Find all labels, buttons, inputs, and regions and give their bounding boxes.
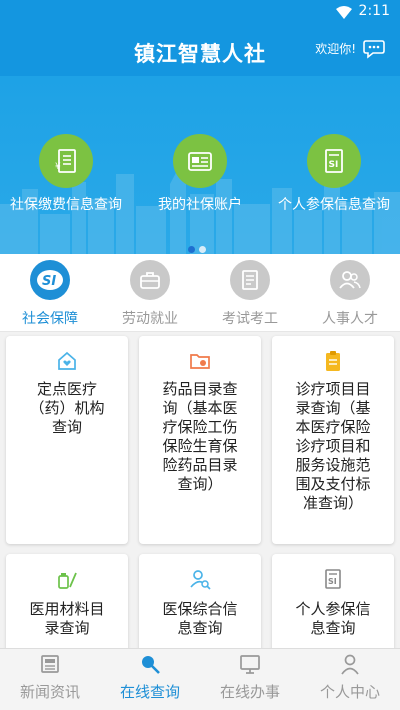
app-header: 镇江智慧人社 欢迎你! <box>0 24 400 76</box>
service-card-drug-catalog[interactable]: 药品目录查询（基本医疗保险工伤保险生育保险药品目录查询） <box>139 336 261 544</box>
feature-label: 我的社保账户 <box>158 197 242 213</box>
welcome-link[interactable]: 欢迎你! <box>315 40 356 57</box>
si-document-icon: SI <box>307 134 361 188</box>
tab-social-security[interactable]: SI 社会保障 <box>0 260 100 328</box>
service-card-personal-insurance[interactable]: SI 个人参保信息查询 <box>272 554 394 648</box>
status-time: 2:11 <box>358 3 390 19</box>
pharmacy-house-icon <box>6 350 128 376</box>
service-card-insurance-info[interactable]: 医保综合信息查询 <box>139 554 261 648</box>
service-card-treatment-items[interactable]: 诊疗项目目录查询（基本医疗保险诊疗项目和服务设施范围及支付标准查询） <box>272 336 394 544</box>
medicine-folder-icon <box>139 350 261 376</box>
svg-text:SI: SI <box>42 274 56 289</box>
briefcase-icon <box>130 260 170 300</box>
tab-label: 考试考工 <box>222 311 278 327</box>
feature-label: 社保缴费信息查询 <box>10 197 122 213</box>
service-grid: 定点医疗（药）机构查询 药品目录查询（基本医疗保险工伤保险生育保险药品目录查询）… <box>0 332 400 648</box>
tab-employment[interactable]: 劳动就业 <box>100 260 200 328</box>
banner-carousel[interactable]: ¥ 社保缴费信息查询 我的社保账户 SI 个人参保信息查询 <box>0 76 400 254</box>
status-bar: 2:11 <box>0 0 400 24</box>
tab-exams[interactable]: 考试考工 <box>200 260 300 328</box>
tab-label: 人事人才 <box>322 311 378 327</box>
person-search-icon <box>139 568 261 594</box>
category-tabs: SI 社会保障 劳动就业 考试考工 人事人才 <box>0 254 400 332</box>
social-security-icon: SI <box>30 260 70 300</box>
feature-label: 个人参保信息查询 <box>278 197 390 213</box>
account-card-icon <box>173 134 227 188</box>
news-icon <box>0 653 100 677</box>
wifi-icon <box>336 5 352 24</box>
si-document-icon: SI <box>272 568 394 594</box>
nav-personal-center[interactable]: 个人中心 <box>300 653 400 702</box>
receipt-yen-icon: ¥ <box>39 134 93 188</box>
user-icon <box>300 653 400 677</box>
svg-text:SI: SI <box>328 577 337 586</box>
people-icon <box>330 260 370 300</box>
nav-label: 在线办事 <box>219 683 280 701</box>
nav-label: 在线查询 <box>119 683 180 701</box>
service-label: 诊疗项目目录查询（基本医疗保险诊疗项目和服务设施范围及支付标准查询） <box>295 380 371 512</box>
tab-label: 社会保障 <box>22 311 78 327</box>
nav-label: 个人中心 <box>319 683 380 701</box>
feature-personal-insurance[interactable]: SI 个人参保信息查询 <box>274 134 394 214</box>
service-label: 医保综合信息查询 <box>162 600 238 637</box>
feature-payment-info[interactable]: ¥ 社保缴费信息查询 <box>6 134 126 214</box>
nav-online-query[interactable]: 在线查询 <box>100 653 200 702</box>
service-label: 定点医疗（药）机构查询 <box>29 380 105 436</box>
feature-my-account[interactable]: 我的社保账户 <box>140 134 260 214</box>
carousel-dot-active <box>188 246 195 253</box>
search-icon <box>100 653 200 677</box>
carousel-indicator <box>188 238 210 254</box>
nav-news[interactable]: 新闻资讯 <box>0 653 100 702</box>
nav-online-services[interactable]: 在线办事 <box>200 653 300 702</box>
service-card-medical-materials[interactable]: 医用材料目录查询 <box>6 554 128 648</box>
service-label: 个人参保信息查询 <box>295 600 371 637</box>
tab-personnel[interactable]: 人事人才 <box>300 260 400 328</box>
svg-text:¥: ¥ <box>55 162 61 172</box>
bottom-navigation: 新闻资讯 在线查询 在线办事 个人中心 <box>0 648 400 710</box>
exam-certificate-icon <box>230 260 270 300</box>
service-label: 药品目录查询（基本医疗保险工伤保险生育保险药品目录查询） <box>162 380 238 493</box>
clipboard-icon <box>272 350 394 376</box>
nav-label: 新闻资讯 <box>19 683 80 701</box>
message-icon[interactable] <box>362 36 386 64</box>
monitor-icon <box>200 653 300 677</box>
tab-label: 劳动就业 <box>122 311 178 327</box>
svg-text:SI: SI <box>329 160 339 170</box>
service-label: 医用材料目录查询 <box>29 600 105 637</box>
carousel-dot <box>199 246 206 253</box>
medical-supplies-icon <box>6 568 128 594</box>
service-card-designated-medical[interactable]: 定点医疗（药）机构查询 <box>6 336 128 544</box>
